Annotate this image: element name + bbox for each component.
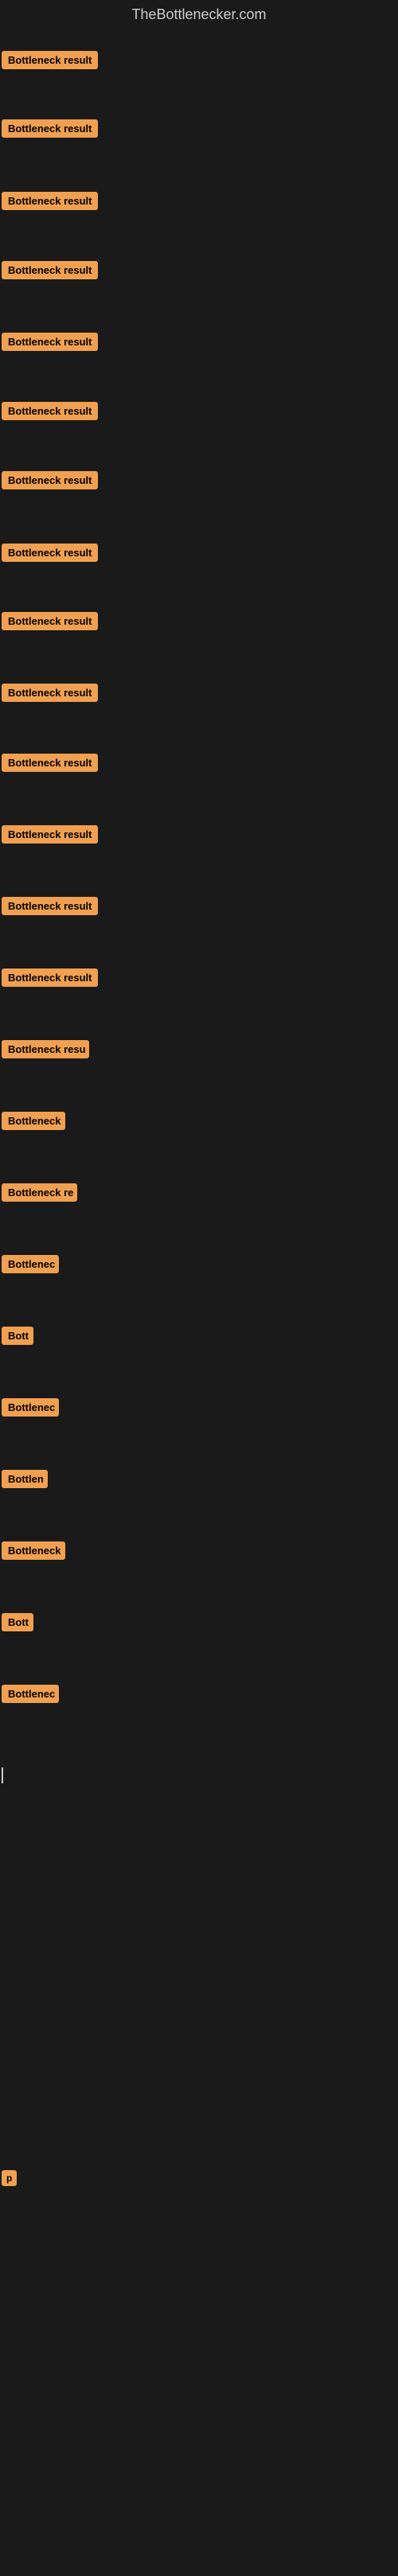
bottleneck-badge-15[interactable]: Bottleneck resu — [2, 1040, 89, 1058]
bottleneck-item-20[interactable]: Bottlenec — [2, 1398, 59, 1421]
bottleneck-badge-24[interactable]: Bottlenec — [2, 1685, 59, 1703]
bottleneck-item-9[interactable]: Bottleneck result — [2, 612, 98, 634]
site-title: TheBottlenecker.com — [0, 0, 398, 29]
bottleneck-item-19[interactable]: Bott — [2, 1327, 33, 1349]
bottleneck-badge-20[interactable]: Bottlenec — [2, 1398, 59, 1417]
bottleneck-badge-6[interactable]: Bottleneck result — [2, 402, 98, 420]
bottleneck-badge-7[interactable]: Bottleneck result — [2, 471, 98, 489]
bottleneck-badge-3[interactable]: Bottleneck result — [2, 192, 98, 210]
bottleneck-badge-13[interactable]: Bottleneck result — [2, 897, 98, 915]
bottleneck-badge-16[interactable]: Bottleneck — [2, 1112, 65, 1130]
bottleneck-item-16[interactable]: Bottleneck — [2, 1112, 65, 1134]
bottleneck-item-8[interactable]: Bottleneck result — [2, 544, 98, 566]
small-badge[interactable]: p — [2, 2170, 17, 2186]
bottleneck-badge-8[interactable]: Bottleneck result — [2, 544, 98, 562]
bottleneck-badge-14[interactable]: Bottleneck result — [2, 968, 98, 987]
bottleneck-badge-22[interactable]: Bottleneck — [2, 1541, 65, 1560]
bottleneck-item-21[interactable]: Bottlen — [2, 1470, 48, 1492]
bottleneck-badge-10[interactable]: Bottleneck result — [2, 684, 98, 702]
bottleneck-item-11[interactable]: Bottleneck result — [2, 754, 98, 776]
bottleneck-item-18[interactable]: Bottlenec — [2, 1255, 59, 1277]
bottleneck-item-10[interactable]: Bottleneck result — [2, 684, 98, 706]
bottleneck-item-14[interactable]: Bottleneck result — [2, 968, 98, 991]
bottleneck-item-3[interactable]: Bottleneck result — [2, 192, 98, 214]
bottleneck-item-13[interactable]: Bottleneck result — [2, 897, 98, 919]
bottleneck-item-17[interactable]: Bottleneck re — [2, 1183, 77, 1206]
small-badge-item[interactable]: p — [2, 2170, 17, 2186]
bottleneck-badge-17[interactable]: Bottleneck re — [2, 1183, 77, 1202]
cursor-line — [2, 1767, 3, 1783]
bottleneck-badge-5[interactable]: Bottleneck result — [2, 333, 98, 351]
bottleneck-item-4[interactable]: Bottleneck result — [2, 261, 98, 283]
bottleneck-badge-21[interactable]: Bottlen — [2, 1470, 48, 1488]
bottleneck-item-12[interactable]: Bottleneck result — [2, 825, 98, 848]
bottleneck-badge-9[interactable]: Bottleneck result — [2, 612, 98, 630]
bottleneck-badge-23[interactable]: Bott — [2, 1613, 33, 1631]
bottleneck-badge-1[interactable]: Bottleneck result — [2, 51, 98, 69]
bottleneck-item-7[interactable]: Bottleneck result — [2, 471, 98, 493]
bottleneck-item-22[interactable]: Bottleneck — [2, 1541, 65, 1564]
bottleneck-item-6[interactable]: Bottleneck result — [2, 402, 98, 424]
bottleneck-item-24[interactable]: Bottlenec — [2, 1685, 59, 1707]
bottleneck-item-1[interactable]: Bottleneck result — [2, 51, 98, 73]
bottleneck-badge-11[interactable]: Bottleneck result — [2, 754, 98, 772]
items-container: Bottleneck result Bottleneck result Bottle… — [0, 29, 398, 2576]
bottleneck-item-15[interactable]: Bottleneck resu — [2, 1040, 89, 1062]
bottleneck-badge-19[interactable]: Bott — [2, 1327, 33, 1345]
bottleneck-badge-18[interactable]: Bottlenec — [2, 1255, 59, 1273]
bottleneck-badge-4[interactable]: Bottleneck result — [2, 261, 98, 279]
bottleneck-item-23[interactable]: Bott — [2, 1613, 33, 1635]
bottleneck-badge-2[interactable]: Bottleneck result — [2, 119, 98, 138]
bottleneck-item-2[interactable]: Bottleneck result — [2, 119, 98, 142]
bottleneck-badge-12[interactable]: Bottleneck result — [2, 825, 98, 844]
bottleneck-item-5[interactable]: Bottleneck result — [2, 333, 98, 355]
